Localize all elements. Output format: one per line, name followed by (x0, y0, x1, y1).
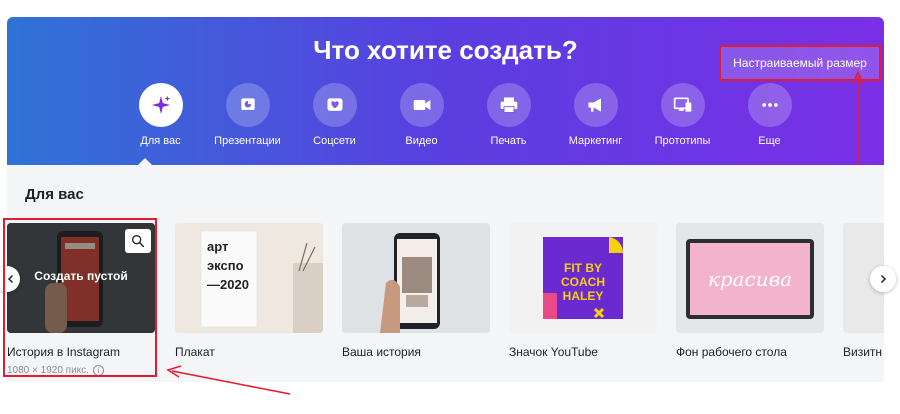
category-label: Маркетинг (568, 135, 623, 147)
template-thumbnail[interactable]: Создать пустой (7, 223, 155, 333)
canva-home: Что хотите создать? Настраиваемый размер… (0, 0, 900, 414)
category-bar: Для вас Презентации Соцсети Видео Печать… (117, 83, 813, 165)
template-label[interactable]: Плакат (175, 345, 323, 359)
template-card-desktop-wallpaper[interactable]: красива Фон рабочего стола (676, 223, 824, 359)
templates-panel: Для вас Создать пустой История в Instagr… (7, 165, 884, 382)
template-label[interactable]: Визитн (843, 345, 884, 359)
poster-line: арт (207, 239, 229, 254)
create-blank-label[interactable]: Создать пустой (7, 269, 155, 283)
category-video[interactable]: Видео (378, 83, 465, 165)
poster-line: —2020 (207, 277, 249, 292)
template-card-instagram-story[interactable]: Создать пустой История в Instagram 1080 … (7, 223, 155, 376)
badge-text: FIT BY COACH HALEY (543, 261, 623, 303)
template-label[interactable]: Фон рабочего стола (676, 345, 824, 359)
template-label[interactable]: Ваша история (342, 345, 490, 359)
scroll-right-button[interactable] (870, 266, 896, 292)
category-social[interactable]: Соцсети (291, 83, 378, 165)
template-card-poster[interactable]: арт экспо —2020 Плакат (175, 223, 323, 359)
info-icon[interactable]: i (92, 365, 104, 376)
template-card-youtube-badge[interactable]: FIT BY COACH HALEY Значок YouTube (509, 223, 657, 359)
category-marketing[interactable]: Маркетинг (552, 83, 639, 165)
template-thumbnail[interactable]: арт экспо —2020 (175, 223, 323, 333)
devices-icon (660, 83, 705, 127)
category-label: Презентации (214, 135, 281, 147)
more-icon (747, 83, 792, 127)
category-prototypes[interactable]: Прототипы (639, 83, 726, 165)
video-icon (399, 83, 444, 127)
template-thumbnail[interactable] (342, 223, 490, 333)
custom-size-button[interactable]: Настраиваемый размер (719, 45, 881, 81)
category-more[interactable]: Еще (726, 83, 813, 165)
category-presentations[interactable]: Презентации (204, 83, 291, 165)
badge-line: HALEY (562, 289, 604, 303)
megaphone-icon (573, 83, 618, 127)
category-label: Еще (758, 135, 781, 147)
section-title: Для вас (25, 186, 84, 203)
template-thumbnail[interactable]: FIT BY COACH HALEY (509, 223, 657, 333)
category-label: Соцсети (313, 135, 356, 147)
category-label: Для вас (140, 135, 181, 147)
template-label[interactable]: История в Instagram (7, 345, 155, 359)
badge-line: FIT BY (564, 261, 602, 275)
printer-icon (486, 83, 531, 127)
category-label: Прототипы (654, 135, 711, 147)
category-label: Видео (405, 135, 438, 147)
category-label: Печать (490, 135, 527, 147)
badge-line: COACH (561, 275, 605, 289)
heart-icon (312, 83, 357, 127)
template-card-your-story[interactable]: Ваша история (342, 223, 490, 359)
search-icon[interactable] (125, 229, 151, 253)
category-for-you[interactable]: Для вас (117, 83, 204, 165)
presentation-icon (225, 83, 270, 127)
template-size-text: 1080 × 1920 пикс. (7, 365, 89, 376)
category-print[interactable]: Печать (465, 83, 552, 165)
sparkle-icon (138, 83, 183, 127)
poster-line: экспо (207, 258, 244, 273)
poster-text: арт экспо —2020 (207, 237, 249, 294)
wallpaper-text: красива (707, 267, 793, 291)
template-size: 1080 × 1920 пикс. i (7, 365, 155, 376)
template-thumbnail[interactable]: красива (676, 223, 824, 333)
template-label[interactable]: Значок YouTube (509, 345, 657, 359)
hero-banner: Что хотите создать? Настраиваемый размер… (7, 17, 884, 165)
